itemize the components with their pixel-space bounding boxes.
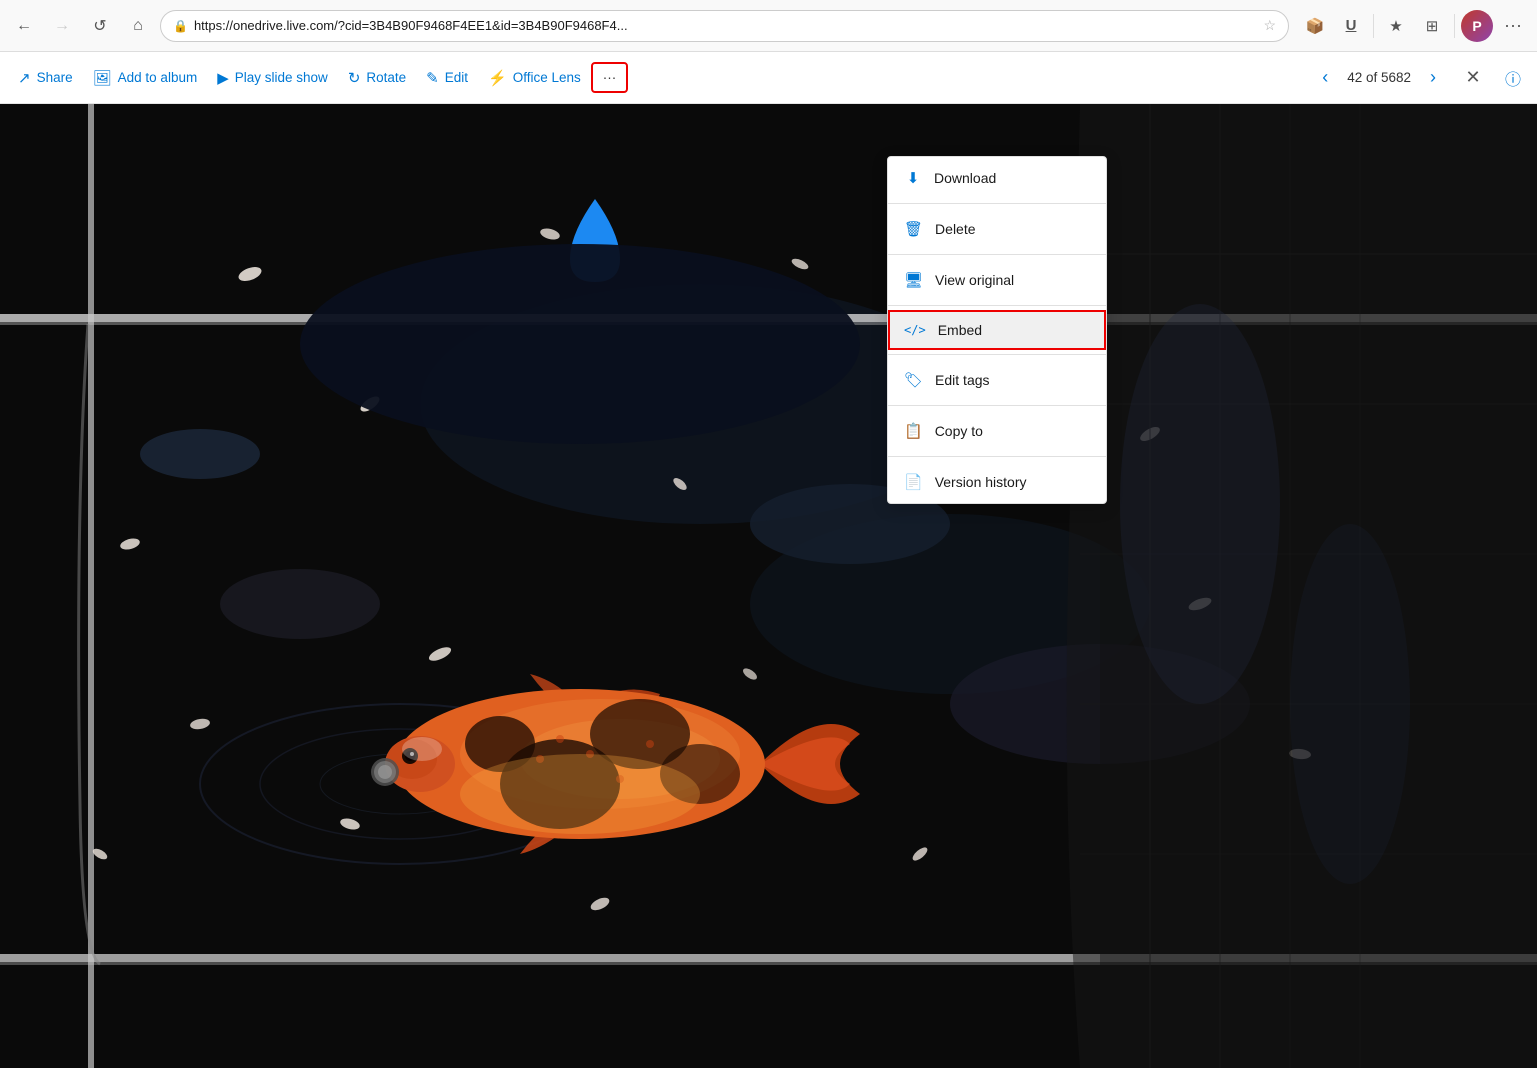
office-lens-button[interactable]: ⚡ Office Lens [478, 63, 591, 93]
share-button[interactable]: ↗ Share [8, 63, 83, 93]
avatar[interactable]: P [1461, 10, 1493, 42]
app-toolbar: ↗ Share 🖼 Add to album ▶ Play slide show… [0, 52, 1537, 104]
view-original-icon: 🖥 [904, 271, 923, 289]
embed-icon: </> [904, 323, 926, 337]
menu-separator-2 [888, 254, 1106, 255]
menu-separator-6 [888, 456, 1106, 457]
play-icon: ▶ [217, 69, 229, 87]
underline-btn[interactable]: U [1335, 10, 1367, 42]
play-slide-show-button[interactable]: ▶ Play slide show [207, 63, 338, 93]
favorites-btn[interactable]: ★ [1380, 10, 1412, 42]
divider [1373, 14, 1374, 38]
browser-actions: 📦 U ★ ⊞ P ··· [1299, 10, 1529, 42]
collections-btn[interactable]: ⊞ [1416, 10, 1448, 42]
divider2 [1454, 14, 1455, 38]
menu-separator-3 [888, 305, 1106, 306]
version-history-menu-item[interactable]: 📄 Version history [888, 461, 1106, 503]
reload-button[interactable]: ↺ [84, 10, 116, 42]
browser-chrome: ← → ↺ ⌂ 🔒 https://onedrive.live.com/?cid… [0, 0, 1537, 52]
version-history-icon: 📄 [904, 473, 923, 491]
download-menu-item[interactable]: ⬇ Download [888, 157, 1106, 199]
back-button[interactable]: ← [8, 10, 40, 42]
star-icon: ☆ [1263, 17, 1276, 34]
delete-menu-item[interactable]: 🗑 Delete [888, 208, 1106, 250]
lock-icon: 🔒 [173, 19, 188, 33]
menu-separator-4 [888, 354, 1106, 355]
menu-separator-5 [888, 405, 1106, 406]
embed-menu-item[interactable]: </> Embed [888, 310, 1106, 350]
home-button[interactable]: ⌂ [122, 10, 154, 42]
close-button[interactable]: ✕ [1455, 60, 1491, 96]
info-button[interactable]: ⓘ [1497, 62, 1529, 94]
lens-icon: ⚡ [488, 69, 507, 87]
delete-icon: 🗑 [904, 220, 923, 238]
dropdown-menu: ⬇ Download 🗑 Delete 🖥 View original </> … [887, 156, 1107, 504]
rotate-icon: ↻ [348, 69, 361, 87]
next-button[interactable]: › [1417, 62, 1449, 94]
extensions-btn[interactable]: 📦 [1299, 10, 1331, 42]
url-text: https://onedrive.live.com/?cid=3B4B90F94… [194, 18, 1257, 33]
nav-counter: 42 of 5682 [1347, 70, 1411, 85]
copy-to-icon: 📋 [904, 422, 923, 440]
view-original-menu-item[interactable]: 🖥 View original [888, 259, 1106, 301]
add-to-album-button[interactable]: 🖼 Add to album [83, 63, 208, 93]
edit-button[interactable]: ✎ Edit [416, 63, 478, 93]
menu-btn[interactable]: ··· [1497, 10, 1529, 42]
edit-tags-icon: 🏷 [904, 371, 923, 389]
rotate-button[interactable]: ↻ Rotate [338, 63, 416, 93]
image-area: ⬇ Download 🗑 Delete 🖥 View original </> … [0, 104, 1537, 1068]
koi-scene [0, 104, 1537, 1068]
navigation-section: ‹ 42 of 5682 › ✕ ⓘ [1309, 60, 1529, 96]
menu-separator-1 [888, 203, 1106, 204]
more-button[interactable]: ··· [591, 62, 629, 93]
album-icon: 🖼 [93, 69, 112, 87]
download-icon: ⬇ [904, 169, 922, 187]
edit-icon: ✎ [426, 69, 439, 87]
copy-to-menu-item[interactable]: 📋 Copy to [888, 410, 1106, 452]
previous-button[interactable]: ‹ [1309, 62, 1341, 94]
address-bar[interactable]: 🔒 https://onedrive.live.com/?cid=3B4B90F… [160, 10, 1289, 42]
forward-button[interactable]: → [46, 10, 78, 42]
edit-tags-menu-item[interactable]: 🏷 Edit tags [888, 359, 1106, 401]
share-icon: ↗ [18, 69, 31, 87]
